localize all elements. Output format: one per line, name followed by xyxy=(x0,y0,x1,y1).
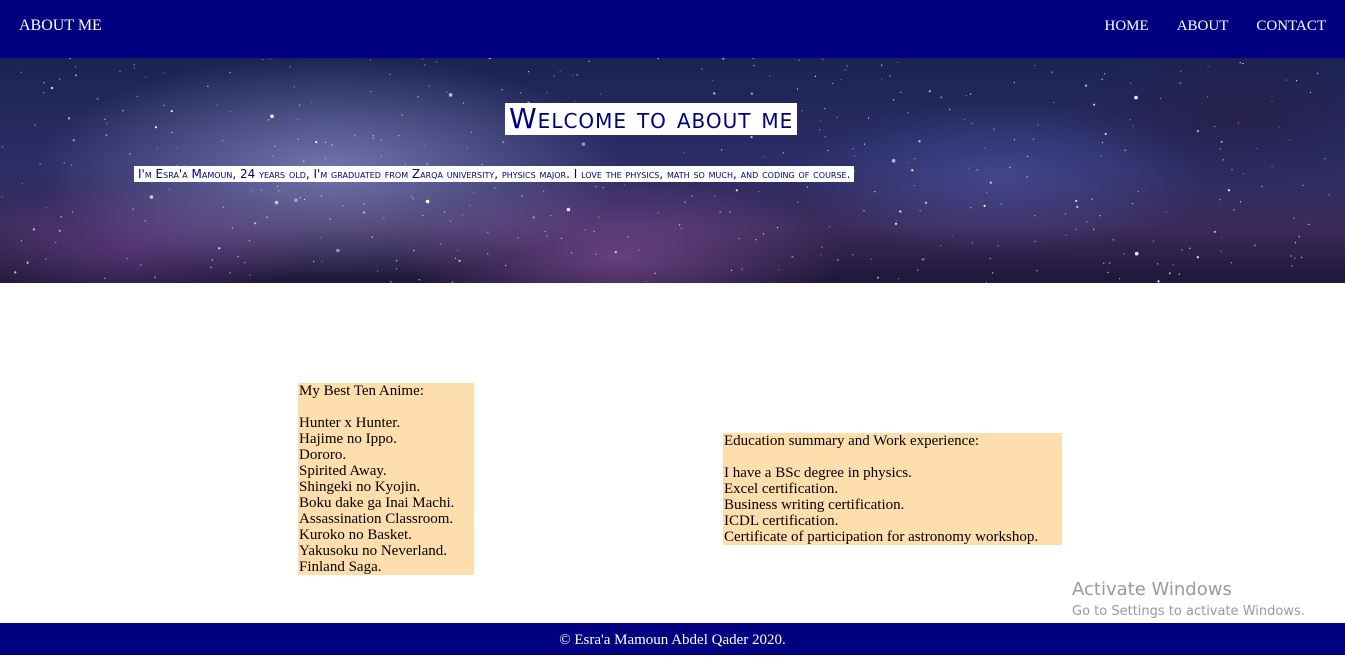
hero-title: Welcome to about me xyxy=(505,103,798,135)
brand-link[interactable]: ABOUT ME xyxy=(19,16,102,36)
anime-item: Hunter x Hunter. xyxy=(299,415,401,431)
education-heading: Education summary and Work experience: xyxy=(724,433,980,449)
education-item: I have a BSc degree in physics. xyxy=(724,465,912,481)
nav-link-contact[interactable]: CONTACT xyxy=(1256,16,1326,36)
education-item: Excel certification. xyxy=(724,481,839,497)
nav-links: HOME ABOUT CONTACT xyxy=(1105,16,1326,36)
hero-subtitle: I'm Esra'a Mamoun, 24 years old, I'm gra… xyxy=(134,166,855,182)
anime-list-box: My Best Ten Anime: Hunter x Hunter. Haji… xyxy=(298,383,474,575)
hero-banner: Welcome to about me I'm Esra'a Mamoun, 2… xyxy=(0,58,1345,283)
anime-item: Boku dake ga Inai Machi. xyxy=(299,495,455,511)
footer-copyright: © Esra'a Mamoun Abdel Qader 2020. xyxy=(559,632,786,648)
education-item: Certificate of participation for astrono… xyxy=(724,529,1039,545)
anime-item: Finland Saga. xyxy=(299,559,382,575)
watermark-title: Activate Windows xyxy=(1072,579,1232,600)
anime-item: Spirited Away. xyxy=(299,463,387,479)
education-item: ICDL certification. xyxy=(724,513,839,529)
nav-link-home[interactable]: HOME xyxy=(1105,16,1149,36)
anime-list-heading: My Best Ten Anime: xyxy=(299,383,424,399)
activate-windows-watermark: Activate Windows Go to Settings to activ… xyxy=(1072,578,1305,621)
navbar: ABOUT ME HOME ABOUT CONTACT xyxy=(0,0,1345,58)
watermark-subtitle: Go to Settings to activate Windows. xyxy=(1072,604,1305,619)
anime-item: Assassination Classroom. xyxy=(299,511,454,527)
nav-link-about[interactable]: ABOUT xyxy=(1177,16,1229,36)
education-item: Business writing certification. xyxy=(724,497,905,513)
anime-item: Yakusoku no Neverland. xyxy=(299,543,448,559)
education-box: Education summary and Work experience: I… xyxy=(723,433,1062,545)
footer: © Esra'a Mamoun Abdel Qader 2020. xyxy=(0,623,1345,655)
anime-item: Hajime no Ippo. xyxy=(299,431,397,447)
anime-item: Dororo. xyxy=(299,447,347,463)
anime-item: Kuroko no Basket. xyxy=(299,527,412,543)
anime-item: Shingeki no Kyojin. xyxy=(299,479,421,495)
